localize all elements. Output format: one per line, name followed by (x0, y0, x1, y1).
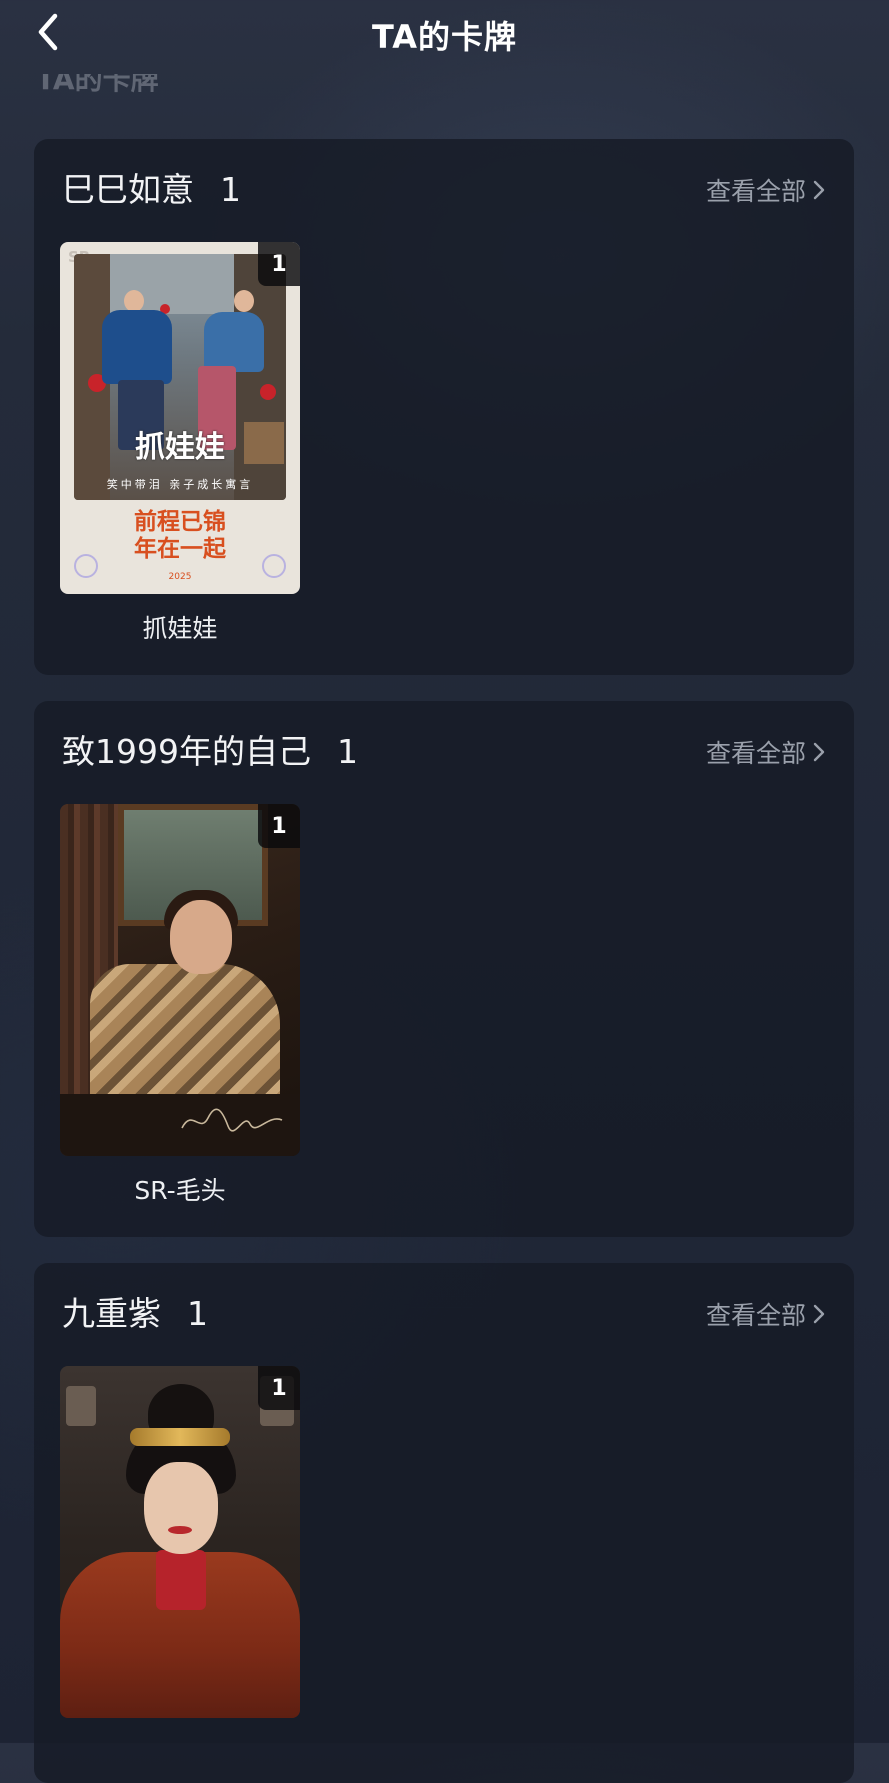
card-collection-section: 致1999年的自己 1 查看全部 1 SR-毛头 (34, 701, 854, 1237)
card-art-title: 抓娃娃 (135, 430, 225, 465)
page-title: TA的卡牌 (371, 18, 518, 56)
card-collection-section: 巳巳如意1 查看全部 SR 抓娃娃 笑中带泪 亲子成长寓言 (34, 139, 854, 675)
card-logo-icon (262, 554, 286, 578)
card-thumbnail[interactable]: SR 抓娃娃 笑中带泪 亲子成长寓言 前程已锦 年在一起 2025 1 (60, 242, 300, 594)
card-collection-section: 九重紫 1 查看全部 1 (34, 1263, 854, 1783)
top-bar: TA的卡牌 (0, 0, 889, 70)
see-all-label: 查看全部 (705, 177, 806, 206)
chevron-right-icon (813, 1304, 825, 1324)
section-title-text: 九重紫 (62, 1294, 161, 1333)
faded-subtitle: TA的卡牌 (36, 74, 159, 96)
section-title: 九重紫 1 (62, 1291, 208, 1337)
section-header: 九重紫 1 查看全部 (62, 1291, 826, 1337)
see-all-button[interactable]: 查看全部 (706, 1297, 826, 1331)
section-count: 1 (220, 170, 241, 209)
card-logo-icon (74, 554, 98, 578)
card-name: 抓娃娃 (142, 614, 218, 643)
section-header: 致1999年的自己 1 查看全部 (62, 729, 826, 775)
card-thumbnail[interactable]: 1 (60, 1366, 300, 1718)
card-art-tagline: 笑中带泪 亲子成长寓言 (106, 478, 254, 491)
signature-icon (181, 1108, 283, 1132)
card-count-badge: 1 (258, 1366, 300, 1410)
chevron-right-icon (813, 742, 825, 762)
see-all-button[interactable]: 查看全部 (706, 173, 826, 207)
section-count: 1 (187, 1294, 208, 1333)
see-all-label: 查看全部 (705, 739, 806, 768)
card-art-slogan: 前程已锦 年在一起 (134, 508, 226, 562)
section-title-text: 巳巳如意 (62, 170, 194, 209)
section-title: 致1999年的自己 1 (62, 729, 358, 775)
see-all-label: 查看全部 (705, 1301, 806, 1330)
see-all-button[interactable]: 查看全部 (706, 735, 826, 769)
card-name: SR-毛头 (134, 1176, 226, 1205)
card-count-badge: 1 (258, 242, 300, 286)
section-title-text: 致1999年的自己 (62, 732, 311, 771)
card-thumbnail[interactable]: 1 (60, 804, 300, 1156)
card-artwork (90, 964, 280, 1114)
section-title: 巳巳如意 1 (62, 167, 241, 213)
card-count-badge: 1 (258, 804, 300, 848)
section-header: 巳巳如意 1 查看全部 (62, 167, 826, 213)
card-artwork: 抓娃娃 笑中带泪 亲子成长寓言 (74, 254, 286, 500)
chevron-right-icon (813, 180, 825, 200)
section-count: 1 (336, 732, 358, 771)
